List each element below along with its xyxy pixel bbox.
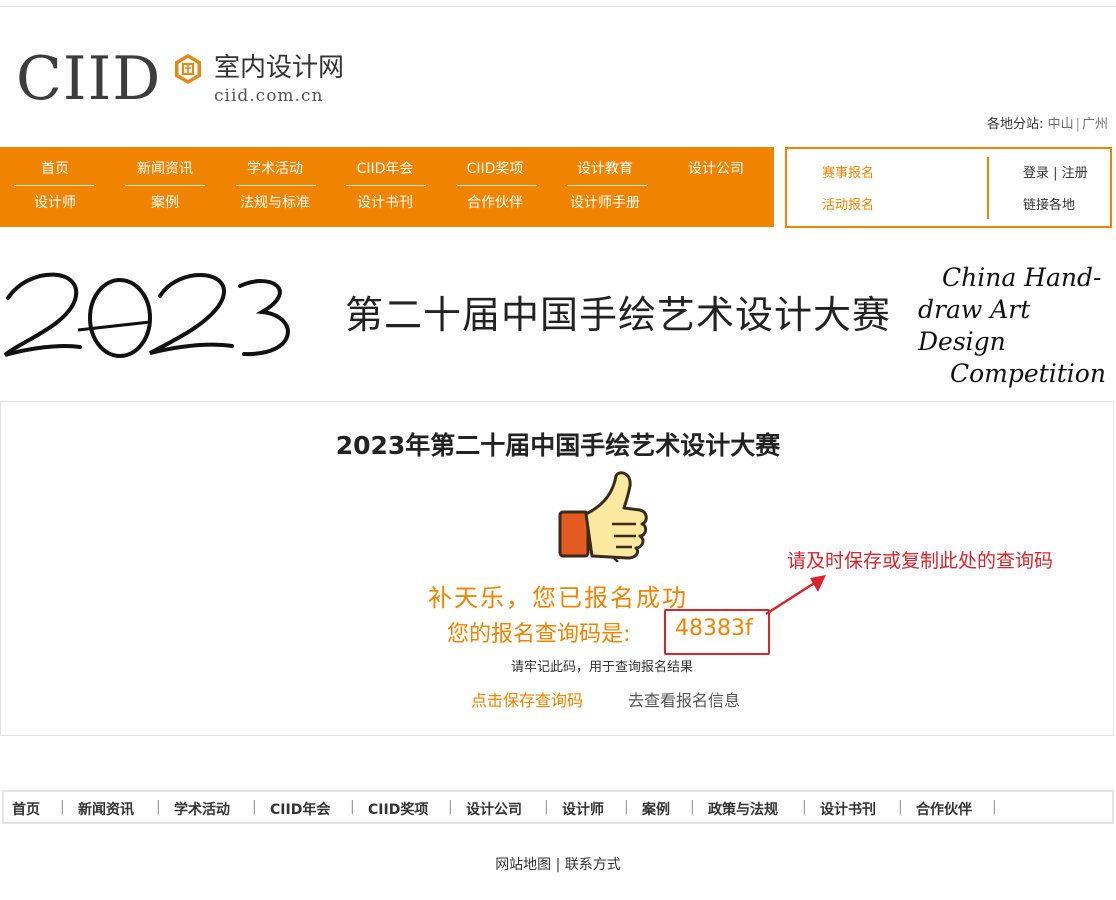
banner-english-title: China Hand- draw Art Design Competition [918, 262, 1116, 390]
nav-underline [236, 185, 316, 186]
main-nav: 首页 新闻资讯 学术活动 CIID年会 CIID奖项 设计教育 设计公司 设计师… [0, 147, 774, 227]
footer-nav-design-firms[interactable]: 设计公司 [466, 799, 522, 819]
footer-nav-designers[interactable]: 设计师 [562, 799, 604, 819]
footer-nav-academic[interactable]: 学术活动 [174, 799, 230, 819]
top-divider [0, 6, 1116, 7]
footer-nav-separator: | [992, 799, 997, 815]
nav-item-education[interactable]: 设计教育 [550, 159, 660, 179]
logo-mark: CIID [16, 44, 162, 114]
nav-underline [125, 185, 205, 186]
footer-links: 网站地图 | 联系方式 [495, 857, 621, 873]
footer-nav-news[interactable]: 新闻资讯 [78, 799, 134, 819]
footer-nav-awards[interactable]: CIID奖项 [368, 799, 428, 819]
nav-item-awards[interactable]: CIID奖项 [440, 159, 550, 179]
thumbs-up-icon [558, 471, 648, 562]
footer-nav-annual-meeting[interactable]: CIID年会 [270, 799, 330, 819]
quick-links-box: 赛事报名 活动报名 登录 | 注册 链接各地 [785, 147, 1112, 228]
footer-nav: 首页 | 新闻资讯 | 学术活动 | CIID年会 | CIID奖项 | 设计公… [2, 790, 1114, 824]
footer-nav-separator: | [802, 799, 807, 815]
nav-item-designers[interactable]: 设计师 [0, 193, 110, 213]
contest-signup-link[interactable]: 赛事报名 [822, 162, 874, 181]
logo-cn-name: 室内设计网 [214, 53, 345, 83]
contest-banner: 第二十届中国手绘艺术设计大赛 China Hand- draw Art Desi… [0, 240, 1116, 388]
banner-en-line3: Competition [950, 359, 1106, 388]
footer-nav-publications[interactable]: 设计书刊 [820, 799, 876, 819]
branch-link-zhongshan[interactable]: 中山 [1048, 117, 1074, 132]
contact-link[interactable]: 联系方式 [565, 857, 621, 873]
branch-label: 各地分站: [987, 117, 1044, 132]
nav-underline [346, 185, 426, 186]
branch-links-link[interactable]: 链接各地 [1023, 194, 1075, 213]
box-divider [987, 157, 989, 219]
auth-links: 登录 | 注册 [1023, 166, 1088, 181]
annotation-arrow-icon [765, 575, 826, 616]
nav-item-cases[interactable]: 案例 [110, 193, 220, 213]
banner-en-line1: China Hand- [942, 263, 1102, 292]
result-title: 2023年第二十届中国手绘艺术设计大赛 [335, 431, 781, 460]
footer-nav-separator: | [60, 799, 65, 815]
footer-nav-separator: | [898, 799, 903, 815]
footer-nav-partners[interactable]: 合作伙伴 [916, 799, 972, 819]
nav-item-publications[interactable]: 设计书刊 [330, 193, 440, 213]
logo-badge-icon [175, 54, 201, 84]
nav-underline [567, 185, 647, 186]
nav-item-academic[interactable]: 学术活动 [220, 159, 330, 179]
footer-nav-separator: | [690, 799, 695, 815]
banner-title: 第二十届中国手绘艺术设计大赛 [345, 293, 892, 337]
login-link[interactable]: 登录 [1023, 166, 1049, 181]
nav-item-designer-handbook[interactable]: 设计师手册 [550, 193, 660, 213]
activity-signup-link[interactable]: 活动报名 [822, 194, 874, 213]
branch-sites: 各地分站: 中山 | 广州 [987, 117, 1108, 132]
banner-year-2023 [3, 272, 290, 358]
footer-nav-home[interactable]: 首页 [12, 799, 40, 819]
nav-item-news[interactable]: 新闻资讯 [110, 159, 220, 179]
nav-item-partners[interactable]: 合作伙伴 [440, 193, 550, 213]
nav-item-regulations[interactable]: 法规与标准 [220, 193, 330, 213]
footer-nav-separator: | [350, 799, 355, 815]
sitemap-link[interactable]: 网站地图 [495, 857, 551, 873]
save-code-annotation: 请及时保存或复制此处的查询码 [787, 550, 1054, 572]
footer-nav-separator: | [544, 799, 549, 815]
view-signup-info-link[interactable]: 去查看报名信息 [628, 687, 740, 711]
remember-tip: 请牢记此码，用于查询报名结果 [510, 660, 693, 675]
query-code-value: 48383f [675, 616, 753, 641]
footer-nav-cases[interactable]: 案例 [642, 799, 670, 819]
footer-nav-separator: | [156, 799, 161, 815]
footer-nav-separator: | [448, 799, 453, 815]
nav-item-design-firms[interactable]: 设计公司 [661, 159, 771, 179]
success-message: 补天乐，您已报名成功 [428, 584, 688, 612]
nav-item-home[interactable]: 首页 [0, 159, 110, 179]
banner-en-line2: draw Art Design [918, 295, 1031, 356]
nav-underline [457, 185, 537, 186]
save-query-code-link[interactable]: 点击保存查询码 [471, 687, 583, 711]
logo-url-text: ciid.com.cn [214, 86, 324, 106]
nav-underline [14, 185, 94, 186]
footer-nav-separator: | [624, 799, 629, 815]
register-link[interactable]: 注册 [1062, 166, 1088, 181]
footer-nav-separator: | [252, 799, 257, 815]
query-code-label: 您的报名查询码是: [447, 622, 631, 647]
footer-nav-policies[interactable]: 政策与法规 [708, 799, 778, 819]
branch-link-guangzhou[interactable]: 广州 [1082, 117, 1108, 132]
nav-item-annual-meeting[interactable]: CIID年会 [330, 159, 440, 179]
